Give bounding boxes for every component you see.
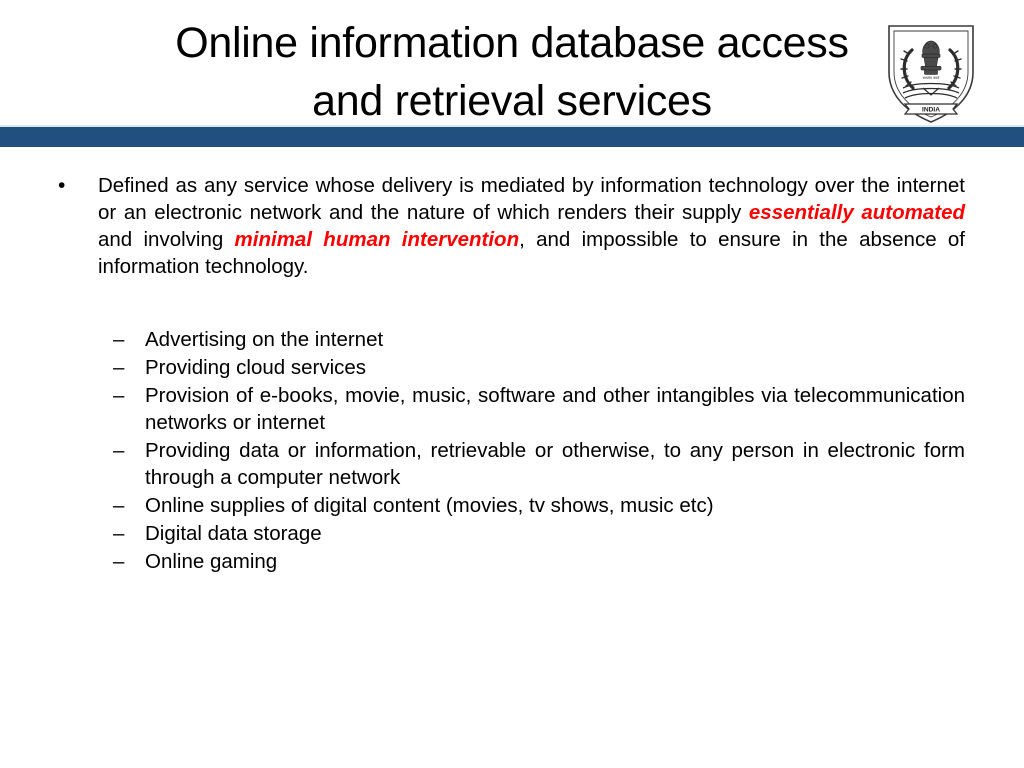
sub-bullet-text-3: Provision of e-books, movie, music, soft… [145,384,965,434]
sub-bullet-text-6: Digital data storage [145,522,322,545]
main-bullet-text: Defined as any service whose delivery is… [98,172,965,280]
sub-bullet-marker-2: – [113,356,125,379]
highlight-essentially-automated: essentially automated [748,201,965,224]
sub-bullet-item-6: – Digital data storage [0,520,1024,547]
sub-bullet-item-3: – Provision of e-books, movie, music, so… [0,382,1024,436]
sub-bullet-text-5: Online supplies of digital content (movi… [145,494,714,517]
sub-bullet-item-1: – Advertising on the internet [0,326,1024,353]
highlight-minimal-human-intervention: minimal human intervention [234,228,520,251]
sub-bullet-marker-7: – [113,550,125,573]
sub-bullet-marker-5: – [113,494,125,517]
slide-body: • Defined as any service whose delivery … [0,172,1024,576]
sub-bullet-item-4: – Providing data or information, retriev… [0,437,1024,491]
sub-bullet-marker-3: – [113,384,125,407]
sub-bullet-marker-6: – [113,522,125,545]
sub-bullet-marker-1: – [113,328,125,351]
page-title-line-1: Online information database access [175,19,849,67]
accent-divider-fill [0,127,1024,147]
page-title: Online information database access and r… [0,14,1024,130]
slide-canvas: Online information database access and r… [0,0,1024,768]
sub-bullet-item-2: – Providing cloud services [0,354,1024,381]
sub-bullet-item-5: – Online supplies of digital content (mo… [0,492,1024,519]
page-title-line-2: and retrieval services [312,77,712,125]
accent-divider-underline [0,147,1024,149]
main-bullet-marker: • [58,174,66,197]
sub-bullet-marker-4: – [113,439,125,462]
main-bullet-item: • Defined as any service whose delivery … [0,172,1024,280]
sub-bullet-text-1: Advertising on the internet [145,328,384,351]
accent-divider-bar [0,125,1024,149]
sub-bullet-item-7: – Online gaming [0,548,1024,575]
sub-bullet-text-2: Providing cloud services [145,356,367,379]
sub-bullet-list: – Advertising on the internet – Providin… [0,326,1024,575]
sub-bullet-text-7: Online gaming [145,550,278,573]
main-bullet-segment-3: and involving [98,228,235,251]
sub-bullet-text-4: Providing data or information, retrievab… [145,439,965,489]
